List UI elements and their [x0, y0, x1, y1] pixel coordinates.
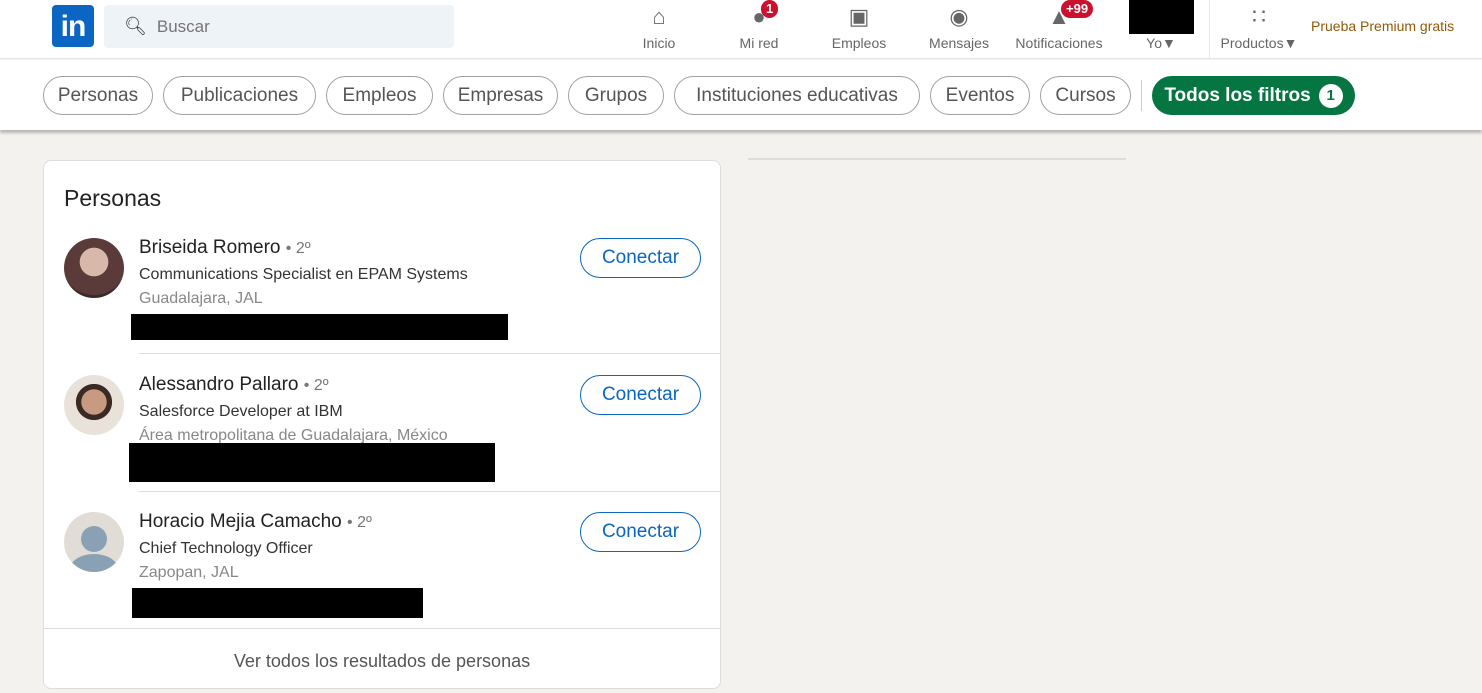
nav-label: Inicio	[642, 35, 676, 51]
see-all-people-link[interactable]: Ver todos los resultados de personas	[44, 628, 720, 688]
all-filters-label: Todos los filtros	[1164, 84, 1311, 106]
caret-down-icon: ▼	[1161, 35, 1176, 51]
person-location: Guadalajara, JAL	[139, 290, 263, 307]
connect-button[interactable]: Conectar	[580, 512, 701, 552]
nav-notifications[interactable]: ▲ +99 Notificaciones	[1009, 0, 1109, 59]
all-filters-button[interactable]: Todos los filtros 1	[1152, 76, 1355, 115]
search-input[interactable]	[156, 16, 437, 37]
nav-jobs[interactable]: ▣ Empleos	[809, 0, 909, 59]
nav-me[interactable]: Yo▼	[1111, 0, 1211, 59]
row-divider	[139, 353, 720, 354]
network-icon: ● 1	[709, 0, 809, 34]
filter-eventos[interactable]: Eventos	[930, 76, 1030, 115]
avatar[interactable]	[64, 238, 124, 298]
notifications-badge: +99	[1061, 0, 1094, 18]
briefcase-icon: ▣	[848, 4, 870, 29]
filter-empresas[interactable]: Empresas	[443, 76, 558, 115]
top-nav: in 🔍︎ ⌂ Inicio ●1 Mi red ▣ Empleos ◉ Men…	[0, 0, 1482, 59]
home-icon: ⌂	[652, 4, 666, 29]
right-rail-divider	[748, 158, 1126, 160]
filter-bar: Personas Publicaciones Empleos Empresas …	[0, 60, 1482, 130]
bell-icon: ▲ +99	[1009, 0, 1109, 34]
connect-button[interactable]: Conectar	[580, 238, 701, 278]
name-text[interactable]: Briseida Romero	[139, 237, 281, 258]
redacted-block	[129, 443, 495, 482]
nav-label: Yo	[1146, 35, 1162, 51]
person-result: Alessandro Pallaro • 2º Salesforce Devel…	[44, 368, 720, 505]
nav-label: Empleos	[831, 35, 887, 51]
nav-products[interactable]: ∷ Productos▼	[1209, 0, 1309, 59]
person-name[interactable]: Briseida Romero • 2º	[139, 237, 311, 259]
search-icon: 🔍︎	[124, 16, 147, 36]
person-location: Zapopan, JAL	[139, 564, 239, 581]
filter-empleos[interactable]: Empleos	[326, 76, 433, 115]
nav-messaging[interactable]: ◉ Mensajes	[909, 0, 1009, 59]
network-badge: 1	[761, 0, 779, 18]
name-text[interactable]: Horacio Mejia Camacho	[139, 511, 342, 532]
filter-publicaciones[interactable]: Publicaciones	[163, 76, 316, 115]
person-result: Horacio Mejia Camacho • 2º Chief Technol…	[44, 505, 720, 627]
redacted-block	[132, 588, 423, 618]
nav-home[interactable]: ⌂ Inicio	[609, 0, 709, 59]
caret-down-icon: ▼	[1283, 35, 1298, 51]
nav-label: Notificaciones	[1015, 35, 1103, 51]
all-filters-count: 1	[1318, 83, 1343, 108]
search-box[interactable]: 🔍︎	[104, 5, 454, 48]
name-text[interactable]: Alessandro Pallaro	[139, 374, 298, 395]
premium-link[interactable]: Prueba Premium gratis	[1311, 18, 1454, 34]
messaging-icon: ◉	[949, 4, 969, 29]
filter-divider	[1141, 80, 1142, 111]
filter-cursos[interactable]: Cursos	[1040, 76, 1131, 115]
redacted-block	[131, 314, 508, 340]
people-card: Personas Briseida Romero • 2º Communicat…	[43, 160, 721, 689]
filter-grupos[interactable]: Grupos	[568, 76, 664, 115]
person-headline: Chief Technology Officer	[139, 540, 313, 557]
degree-badge: • 2º	[347, 514, 372, 531]
person-headline: Salesforce Developer at IBM	[139, 403, 343, 420]
nav-label: Mensajes	[929, 35, 989, 51]
person-headline: Communications Specialist en EPAM System…	[139, 266, 468, 283]
grid-icon: ∷	[1252, 4, 1266, 29]
person-result: Briseida Romero • 2º Communications Spec…	[44, 231, 720, 353]
row-divider	[139, 491, 720, 492]
degree-badge: • 2º	[303, 377, 329, 394]
connect-button[interactable]: Conectar	[580, 375, 701, 415]
linkedin-logo[interactable]: in	[52, 5, 94, 47]
card-title: Personas	[64, 185, 162, 211]
person-name[interactable]: Alessandro Pallaro • 2º	[139, 374, 329, 396]
filter-instituciones[interactable]: Instituciones educativas	[674, 76, 920, 115]
nav-label: Mi red	[739, 35, 779, 51]
avatar[interactable]	[64, 375, 124, 435]
nav-label: Productos	[1220, 35, 1284, 51]
nav-network[interactable]: ● 1 Mi red	[709, 0, 809, 59]
person-name[interactable]: Horacio Mejia Camacho • 2º	[139, 511, 372, 533]
filter-personas[interactable]: Personas	[43, 76, 153, 115]
degree-badge: • 2º	[285, 240, 311, 257]
avatar-placeholder-icon[interactable]	[64, 512, 124, 572]
